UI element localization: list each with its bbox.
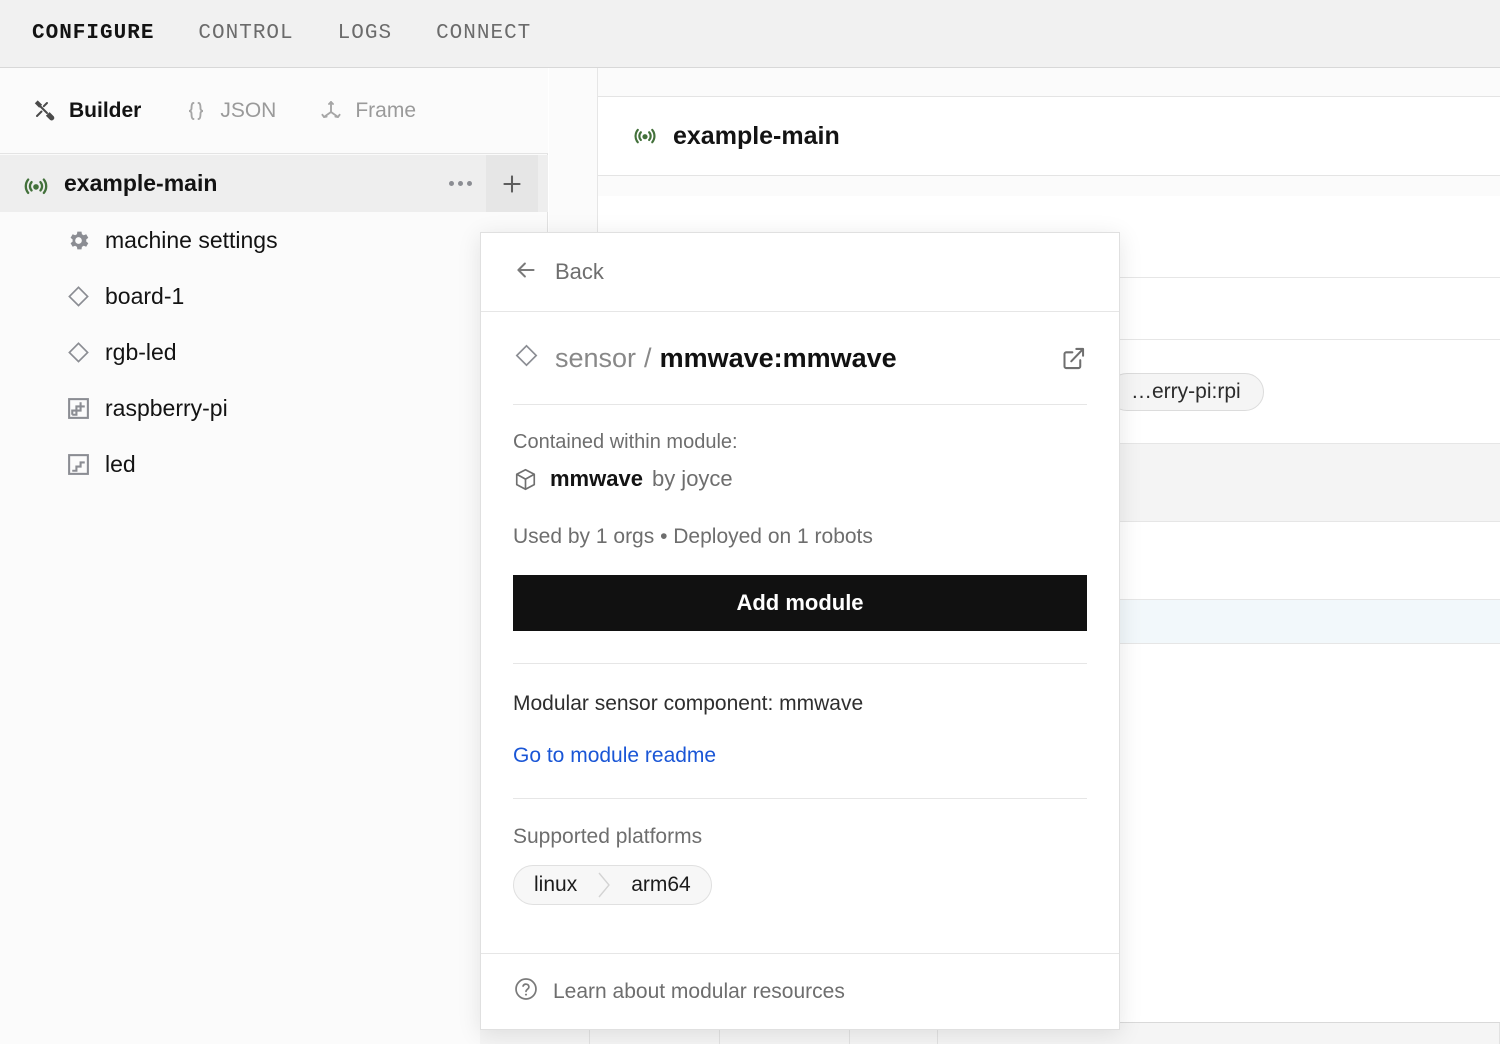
mode-frame-label: Frame: [355, 98, 417, 122]
resource-name: mmwave:mmwave: [659, 342, 897, 373]
mode-builder[interactable]: Builder: [32, 98, 141, 124]
dot: [457, 181, 463, 186]
mode-json[interactable]: JSON: [183, 98, 276, 124]
steps-icon: [64, 394, 92, 422]
module-description: Modular sensor component: mmwave: [513, 692, 864, 715]
steps-icon: [64, 450, 92, 478]
diamond-icon: [64, 282, 92, 310]
package-icon: [513, 467, 538, 492]
learn-more-link[interactable]: Learn about modular resources: [481, 953, 1119, 1029]
diamond-icon: [64, 338, 92, 366]
platform-pill: linux arm64: [513, 865, 712, 905]
mode-json-label: JSON: [220, 98, 277, 122]
add-module-button[interactable]: Add module: [513, 575, 1087, 631]
divider: [513, 798, 1087, 799]
platform-arch: arm64: [631, 873, 691, 896]
tools-icon: [32, 98, 58, 124]
platform-os: linux: [534, 873, 578, 896]
plus-icon: [503, 174, 521, 193]
arrow-left-icon: [513, 257, 539, 288]
resource-title-row: sensor / mmwave:mmwave: [513, 312, 1087, 404]
sidebar-item-label: raspberry-pi: [105, 394, 228, 421]
sidebar-resource-list: machine settings board-1 rgb-led raspber…: [0, 212, 548, 492]
tab-control[interactable]: CONTROL: [198, 22, 293, 45]
tab-logs[interactable]: LOGS: [338, 22, 392, 45]
external-link-icon: [1063, 347, 1085, 369]
diamond-icon: [513, 342, 540, 374]
chevron-right-icon: [597, 866, 611, 904]
module-usage-stats: Used by 1 orgs • Deployed on 1 robots: [513, 525, 873, 548]
mode-builder-label: Builder: [69, 98, 142, 122]
sidebar-item-board-1[interactable]: board-1: [0, 268, 548, 324]
app-root: CONFIGURE CONTROL LOGS CONNECT example-m…: [0, 0, 1500, 1044]
module-readme-link[interactable]: Go to module readme: [513, 744, 716, 768]
top-navigation: CONFIGURE CONTROL LOGS CONNECT: [0, 0, 1500, 68]
title-separator: /: [644, 342, 652, 373]
sidebar-item-label: board-1: [105, 282, 185, 309]
gear-icon: [64, 226, 92, 254]
sidebar-item-label: led: [105, 450, 136, 477]
sidebar-item-label: machine settings: [105, 226, 278, 253]
module-author: by joyce: [651, 466, 733, 491]
supported-platforms-label: Supported platforms: [513, 825, 703, 848]
sidebar-item-example-main[interactable]: example-main: [0, 155, 548, 212]
contained-within-label: Contained within module:: [513, 431, 738, 453]
component-pill-raspberry-pi[interactable]: …erry-pi:rpi: [1108, 373, 1264, 411]
machine-card-header: example-main: [597, 96, 1500, 176]
sidebar-item-rgb-led[interactable]: rgb-led: [0, 324, 548, 380]
popup-body: sensor / mmwave:mmwave Contained within …: [481, 312, 1119, 905]
mode-frame[interactable]: Frame: [318, 98, 416, 124]
resource-type: sensor: [555, 342, 637, 373]
sidebar-item-machine-settings[interactable]: machine settings: [0, 212, 548, 268]
learn-more-label: Learn about modular resources: [553, 979, 845, 1003]
module-row: mmwave by joyce: [513, 466, 1087, 492]
sidebar-item-led[interactable]: led: [0, 436, 548, 492]
dot: [466, 181, 472, 186]
sidebar-item-raspberry-pi[interactable]: raspberry-pi: [0, 380, 548, 436]
sidebar-more-button[interactable]: [434, 155, 486, 212]
mode-switcher: Builder JSON Frame: [0, 68, 548, 154]
module-name: mmwave: [550, 466, 643, 491]
sidebar-root-label: example-main: [64, 170, 218, 196]
add-resource-button[interactable]: [486, 155, 538, 212]
config-sidebar: Builder JSON Frame example-main machine …: [0, 68, 548, 1044]
divider: [513, 663, 1087, 664]
sidebar-item-label: rgb-led: [105, 338, 177, 365]
back-button[interactable]: Back: [481, 233, 1119, 312]
dot: [448, 181, 454, 186]
braces-icon: [183, 98, 209, 124]
tab-connect[interactable]: CONNECT: [436, 22, 531, 45]
help-circle-icon: [513, 976, 539, 1007]
external-link-button[interactable]: [1060, 345, 1087, 372]
tab-configure[interactable]: CONFIGURE: [32, 22, 154, 45]
divider: [513, 404, 1087, 405]
machine-card-title: example-main: [673, 121, 840, 150]
back-label: Back: [555, 259, 604, 284]
module-details-popup: Back sensor / mmwave:mmwave Contained wi…: [480, 232, 1120, 1030]
signal-icon: [632, 121, 658, 152]
signal-icon: [22, 170, 50, 198]
axes-icon: [318, 98, 344, 124]
